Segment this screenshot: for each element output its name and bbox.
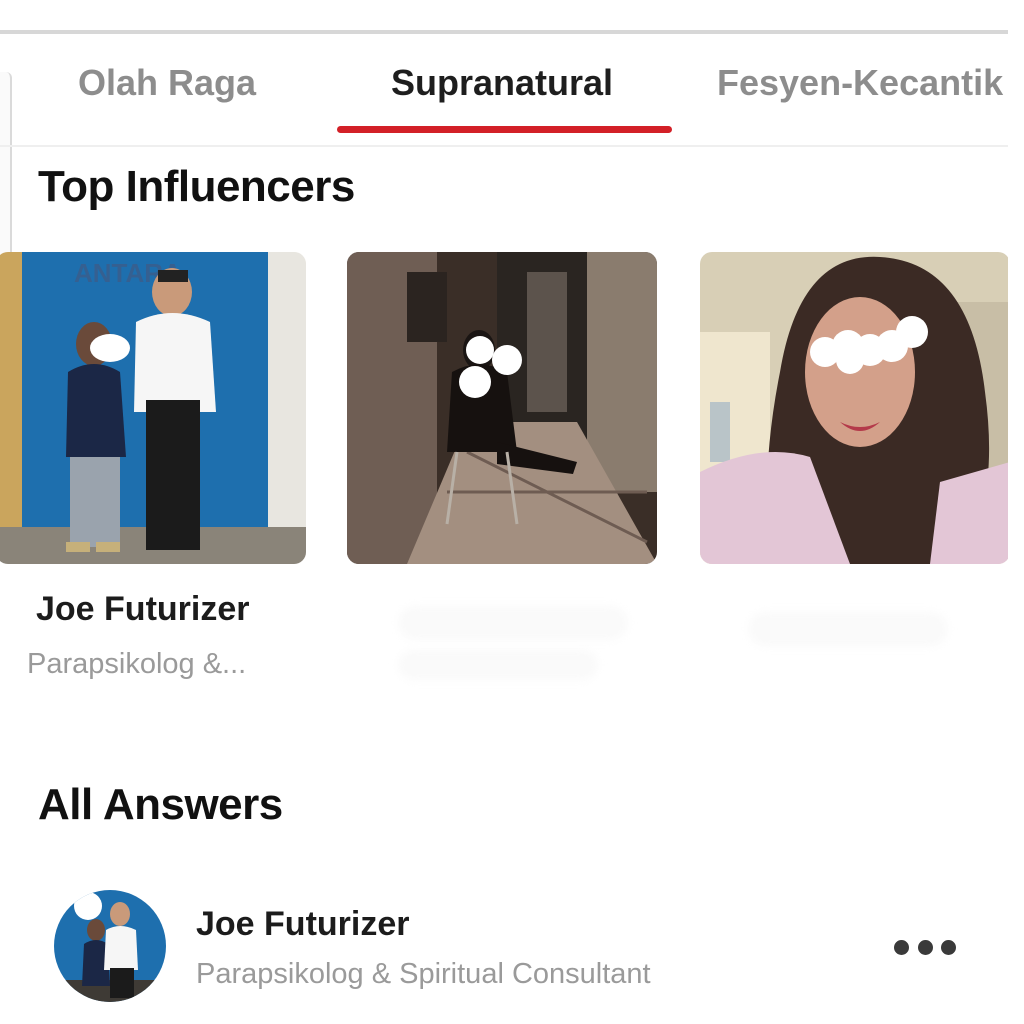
tab-olah-raga[interactable]: Olah Raga [78, 62, 256, 104]
active-tab-indicator [337, 126, 672, 133]
answer-author-name[interactable]: Joe Futurizer [196, 905, 409, 944]
more-options-icon[interactable] [894, 934, 956, 960]
dot [894, 939, 909, 955]
redaction-mark [398, 606, 628, 640]
all-answers-heading: All Answers [38, 780, 283, 829]
influencer-name[interactable]: Joe Futurizer [36, 590, 249, 629]
influencer-card-photo[interactable]: ANTARA [0, 252, 306, 564]
answer-author-title: Parapsikolog & Spiritual Consultant [196, 958, 651, 990]
redaction-mark [748, 612, 948, 646]
tab-supranatural[interactable]: Supranatural [391, 62, 613, 104]
right-edge [1008, 0, 1024, 1024]
avatar[interactable] [54, 890, 166, 1002]
photo-seated-person-hallway-icon [347, 252, 657, 564]
category-tabs: Olah Raga Supranatural Fesyen-Kecantik [0, 40, 1008, 147]
influencer-card-photo[interactable] [700, 252, 1010, 564]
avatar-photo-icon [54, 890, 166, 1002]
dot [941, 939, 956, 955]
photo-two-people-icon: ANTARA [0, 252, 306, 564]
top-divider [0, 30, 1010, 34]
photo-woman-portrait-icon [700, 252, 1010, 564]
influencer-subtitle: Parapsikolog &... [27, 648, 247, 680]
screen: Olah Raga Supranatural Fesyen-Kecantik T… [0, 0, 1024, 1024]
dot [917, 939, 933, 955]
top-bar [0, 0, 1010, 32]
influencer-card-photo[interactable] [347, 252, 657, 564]
tab-fesyen-kecantikan[interactable]: Fesyen-Kecantik [717, 62, 1003, 104]
tabs-divider [0, 145, 1008, 147]
top-influencers-heading: Top Influencers [38, 162, 355, 211]
redaction-mark [398, 650, 598, 680]
